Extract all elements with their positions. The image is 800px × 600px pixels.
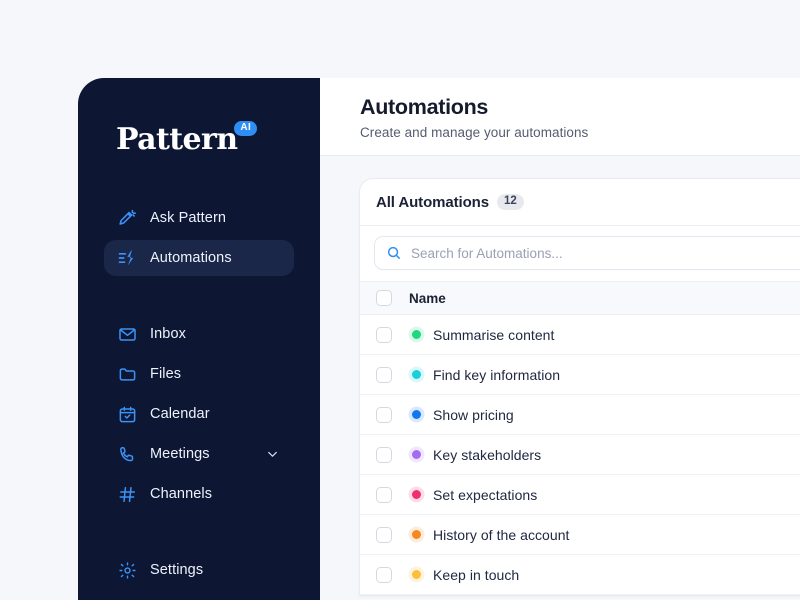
status-dot-fill [411,450,421,459]
row-name: Summarise content [433,326,555,343]
sidebar-item-label: Inbox [150,326,186,342]
sidebar-item-channels[interactable]: Channels [104,476,294,512]
automation-bolt-icon [116,247,138,269]
tab-label: All Automations [376,193,489,211]
status-dot-fill [411,570,421,579]
envelope-icon [116,323,138,345]
sidebar-item-label: Settings [150,562,204,578]
table-header-row: Name [360,281,800,315]
status-dot-fill [411,490,421,499]
row-checkbox[interactable] [376,406,392,423]
sidebar-item-ask-pattern[interactable]: Ask Pattern [104,200,294,236]
status-dot [409,488,423,502]
magic-wand-icon [116,207,138,229]
search-input[interactable] [411,245,800,261]
tab-all-automations[interactable]: All Automations 12 [376,194,524,211]
row-checkbox[interactable] [376,446,392,463]
table-row[interactable]: Key stakeholders [360,435,800,475]
sidebar-item-label: Channels [150,486,213,502]
search-row [360,226,800,281]
brand-name: Pattern [116,122,238,157]
tab-count-badge: 12 [496,193,524,211]
automations-card: All Automations 12 Name [359,178,800,596]
row-name: Key stakeholders [433,446,542,463]
status-dot-fill [411,410,421,419]
column-header-name: Name [409,290,446,306]
page-header: Automations Create and manage your autom… [320,78,800,156]
status-dot [409,568,423,582]
table-row[interactable]: Show pricing [360,395,800,435]
status-dot [409,368,423,382]
sidebar-item-automations[interactable]: Automations [104,240,294,276]
phone-icon [116,443,138,465]
status-dot [409,528,423,542]
status-dot-fill [411,330,421,339]
page-subtitle: Create and manage your automations [360,124,589,140]
table-row[interactable]: Find key information [360,355,800,395]
sidebar-item-label: Meetings [150,446,210,462]
sidebar-item-label: Files [150,366,182,382]
status-dot [409,448,423,462]
select-all-checkbox[interactable] [376,290,392,306]
main-content: Automations Create and manage your autom… [320,78,800,600]
sidebar-item-meetings[interactable]: Meetings [104,436,294,472]
row-checkbox[interactable] [376,326,392,343]
status-dot-fill [411,530,421,539]
page-title: Automations [360,95,489,119]
row-name: Find key information [433,366,561,383]
row-name: Keep in touch [433,566,520,583]
sidebar-item-label: Calendar [150,406,210,422]
hash-icon [116,483,138,505]
status-dot [409,408,423,422]
brand-ai-badge: AI [234,121,258,136]
sidebar-item-label: Automations [150,250,232,266]
sidebar-item-calendar[interactable]: Calendar [104,396,294,432]
search-icon [386,245,402,261]
folder-icon [116,363,138,385]
row-checkbox[interactable] [376,526,392,543]
status-dot-fill [411,370,421,379]
status-dot [409,328,423,342]
table-row[interactable]: Summarise content [360,315,800,355]
table-row[interactable]: Set expectations [360,475,800,515]
sidebar: Pattern AI Ask Pattern Automations Inbox… [78,78,320,600]
gear-icon [116,559,138,581]
row-checkbox[interactable] [376,486,392,503]
sidebar-item-label: Ask Pattern [150,210,227,226]
sidebar-item-settings[interactable]: Settings [104,552,294,588]
row-name: Show pricing [433,406,514,423]
sidebar-item-files[interactable]: Files [104,356,294,392]
sidebar-item-inbox[interactable]: Inbox [104,316,294,352]
search-box[interactable] [374,236,800,270]
calendar-check-icon [116,403,138,425]
table-row[interactable]: History of the account [360,515,800,555]
row-checkbox[interactable] [376,366,392,383]
app-root: Pattern AI Ask Pattern Automations Inbox… [0,0,800,600]
sidebar-nav: Ask Pattern Automations Inbox Files Cale… [78,200,320,588]
row-name: Set expectations [433,486,538,503]
table-row[interactable]: Keep in touch [360,555,800,595]
row-name: History of the account [433,526,570,543]
chevron-down-icon[interactable] [265,447,280,462]
row-checkbox[interactable] [376,566,392,583]
brand-logo[interactable]: Pattern AI [116,121,258,157]
card-tab-bar: All Automations 12 [360,179,800,226]
